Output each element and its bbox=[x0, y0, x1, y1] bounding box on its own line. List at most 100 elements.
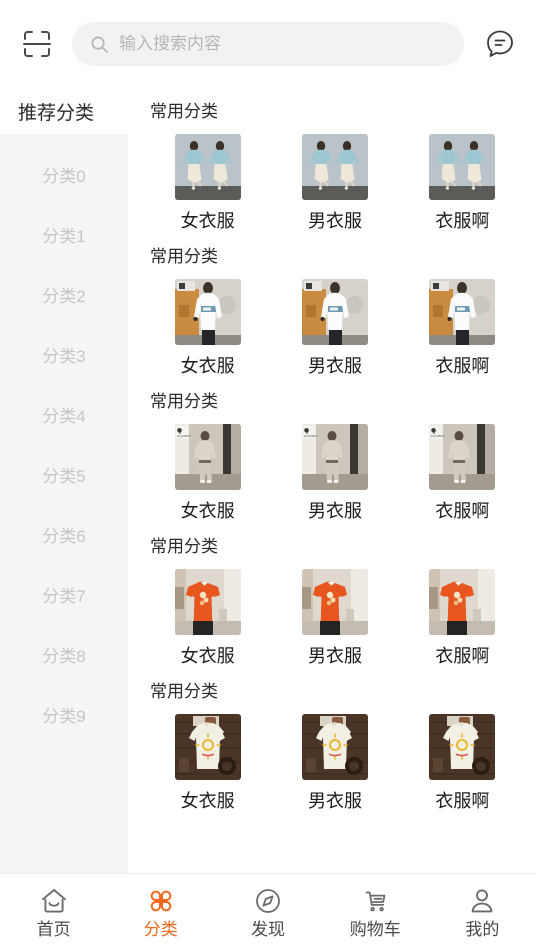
category-clover-icon bbox=[146, 886, 176, 916]
category-item-thumbnail bbox=[174, 569, 241, 636]
sidebar-item-label: 分类0 bbox=[42, 166, 86, 186]
category-item-thumbnail bbox=[301, 279, 368, 346]
tab-home[interactable]: 首页 bbox=[0, 874, 107, 949]
section-title: 常用分类 bbox=[150, 391, 218, 411]
tab-person[interactable]: 我的 bbox=[429, 874, 536, 949]
sidebar-item[interactable]: 分类4 bbox=[0, 384, 128, 444]
category-item[interactable]: 女衣服 bbox=[146, 569, 269, 668]
sidebar-list[interactable]: 分类0 分类1 分类2 分类3 分类4 分类5 分类6 分类7 分类8 分类9 bbox=[0, 134, 128, 873]
category-item-thumbnail bbox=[301, 569, 368, 636]
category-item-label: 女衣服 bbox=[180, 356, 235, 377]
category-item-label: 女衣服 bbox=[180, 790, 235, 811]
section-title: 常用分类 bbox=[150, 536, 218, 556]
section-grid: PLAYBOY 女衣服 PLAYBOY 男衣服 PLAYBOY 衣服啊 bbox=[146, 424, 524, 523]
scan-icon[interactable] bbox=[14, 21, 60, 67]
sidebar-item[interactable]: 分类2 bbox=[0, 264, 128, 324]
category-item-thumbnail bbox=[429, 134, 496, 201]
category-item[interactable]: 女衣服 bbox=[146, 134, 269, 233]
sidebar-item[interactable]: 分类5 bbox=[0, 444, 128, 504]
category-item-thumbnail: PLAYBOY bbox=[301, 424, 368, 491]
svg-text:PLAYBOY: PLAYBOY bbox=[431, 434, 445, 438]
sidebar-title: 推荐分类 bbox=[0, 88, 128, 134]
section-title: 常用分类 bbox=[150, 102, 218, 121]
category-item-thumbnail: PLAYBOY bbox=[429, 424, 496, 491]
tab-category-clover[interactable]: 分类 bbox=[107, 874, 214, 949]
sidebar-item-label: 分类9 bbox=[42, 706, 86, 726]
tab-label: 我的 bbox=[465, 919, 500, 939]
category-item-label: 衣服啊 bbox=[435, 356, 490, 377]
category-item[interactable]: 女衣服 bbox=[146, 279, 269, 378]
person-icon bbox=[467, 886, 497, 916]
sidebar-item[interactable]: 分类1 bbox=[0, 204, 128, 264]
bottom-tab-bar: 首页 分类 发现 购物车 我的 bbox=[0, 873, 536, 949]
tab-label: 分类 bbox=[143, 919, 178, 939]
category-item-thumbnail bbox=[301, 713, 368, 780]
home-icon bbox=[39, 886, 69, 916]
category-item-label: 男衣服 bbox=[307, 501, 362, 522]
section-title: 常用分类 bbox=[150, 246, 218, 266]
search-input[interactable] bbox=[119, 34, 446, 54]
tab-label: 发现 bbox=[251, 919, 285, 939]
sidebar-item-label: 分类4 bbox=[42, 406, 86, 426]
category-item-label: 男衣服 bbox=[307, 790, 362, 811]
category-item-thumbnail bbox=[301, 134, 368, 201]
section-grid: 女衣服 男衣服 衣服啊 bbox=[146, 279, 524, 378]
category-item-thumbnail: PLAYBOY bbox=[174, 424, 241, 491]
category-item-label: 男衣服 bbox=[307, 646, 362, 667]
category-item-thumbnail bbox=[174, 279, 241, 346]
sidebar-item-label: 分类7 bbox=[42, 586, 86, 606]
svg-text:PLAYBOY: PLAYBOY bbox=[304, 434, 318, 438]
sidebar-item[interactable]: 分类9 bbox=[0, 684, 128, 744]
search-icon bbox=[90, 35, 109, 54]
message-icon[interactable] bbox=[478, 22, 522, 66]
category-item[interactable]: PLAYBOY 男衣服 bbox=[273, 424, 396, 523]
category-item[interactable]: 男衣服 bbox=[273, 569, 396, 668]
sidebar-item-label: 分类8 bbox=[42, 646, 86, 666]
category-item[interactable]: 衣服啊 bbox=[401, 279, 524, 378]
svg-text:PLAYBOY: PLAYBOY bbox=[177, 434, 191, 438]
category-item-label: 男衣服 bbox=[307, 211, 362, 232]
category-item-thumbnail bbox=[174, 713, 241, 780]
category-item-label: 衣服啊 bbox=[435, 646, 490, 667]
category-section: 常用分类女衣服 男衣服 衣服啊 bbox=[146, 668, 524, 813]
category-item-label: 女衣服 bbox=[180, 501, 235, 522]
tab-label: 购物车 bbox=[349, 919, 401, 939]
category-item[interactable]: 衣服啊 bbox=[401, 713, 524, 813]
sidebar-item-label: 分类2 bbox=[42, 286, 86, 306]
category-item[interactable]: PLAYBOY 衣服啊 bbox=[401, 424, 524, 523]
category-section: 常用分类女衣服 男衣服 衣服啊 bbox=[146, 88, 524, 233]
category-sidebar: 推荐分类 分类0 分类1 分类2 分类3 分类4 分类5 分类6 分类7 分类8 分类9 bbox=[0, 88, 128, 873]
search-bar[interactable] bbox=[72, 22, 464, 66]
sidebar-item[interactable]: 分类0 bbox=[0, 144, 128, 204]
category-item-label: 女衣服 bbox=[180, 646, 235, 667]
section-grid: 女衣服 男衣服 衣服啊 bbox=[146, 569, 524, 668]
page-header bbox=[0, 0, 536, 88]
category-item[interactable]: 男衣服 bbox=[273, 134, 396, 233]
category-item[interactable]: 衣服啊 bbox=[401, 569, 524, 668]
category-item-label: 衣服啊 bbox=[435, 790, 490, 811]
category-item[interactable]: 女衣服 bbox=[146, 713, 269, 813]
section-grid: 女衣服 男衣服 衣服啊 bbox=[146, 713, 524, 813]
compass-icon bbox=[253, 886, 283, 916]
category-section: 常用分类女衣服 男衣服 衣服啊 bbox=[146, 233, 524, 378]
tab-shopping-cart[interactable]: 购物车 bbox=[322, 874, 429, 949]
category-item[interactable]: PLAYBOY 女衣服 bbox=[146, 424, 269, 523]
tab-compass[interactable]: 发现 bbox=[214, 874, 321, 949]
category-item-thumbnail bbox=[429, 279, 496, 346]
sidebar-item[interactable]: 分类7 bbox=[0, 564, 128, 624]
sidebar-item-label: 分类5 bbox=[42, 466, 86, 486]
category-item[interactable]: 男衣服 bbox=[273, 279, 396, 378]
sidebar-item[interactable]: 分类6 bbox=[0, 504, 128, 564]
category-item[interactable]: 衣服啊 bbox=[401, 134, 524, 233]
category-item-label: 衣服啊 bbox=[435, 501, 490, 522]
sidebar-item[interactable]: 分类8 bbox=[0, 624, 128, 684]
category-item[interactable]: 男衣服 bbox=[273, 713, 396, 813]
content-area: 推荐分类 分类0 分类1 分类2 分类3 分类4 分类5 分类6 分类7 分类8 分类9 常用分类… bbox=[0, 88, 536, 873]
category-item-label: 女衣服 bbox=[180, 211, 235, 232]
section-title: 常用分类 bbox=[150, 681, 218, 701]
sidebar-item[interactable]: 分类3 bbox=[0, 324, 128, 384]
category-item-thumbnail bbox=[429, 569, 496, 636]
category-sections: 常用分类 女衣服 男衣服 衣服啊 常用分类 女衣服 男衣服 衣服啊 常用分类 PLAYBOY 女衣服… bbox=[128, 88, 536, 873]
category-item-label: 衣服啊 bbox=[435, 211, 490, 232]
sidebar-item-label: 分类6 bbox=[42, 526, 86, 546]
